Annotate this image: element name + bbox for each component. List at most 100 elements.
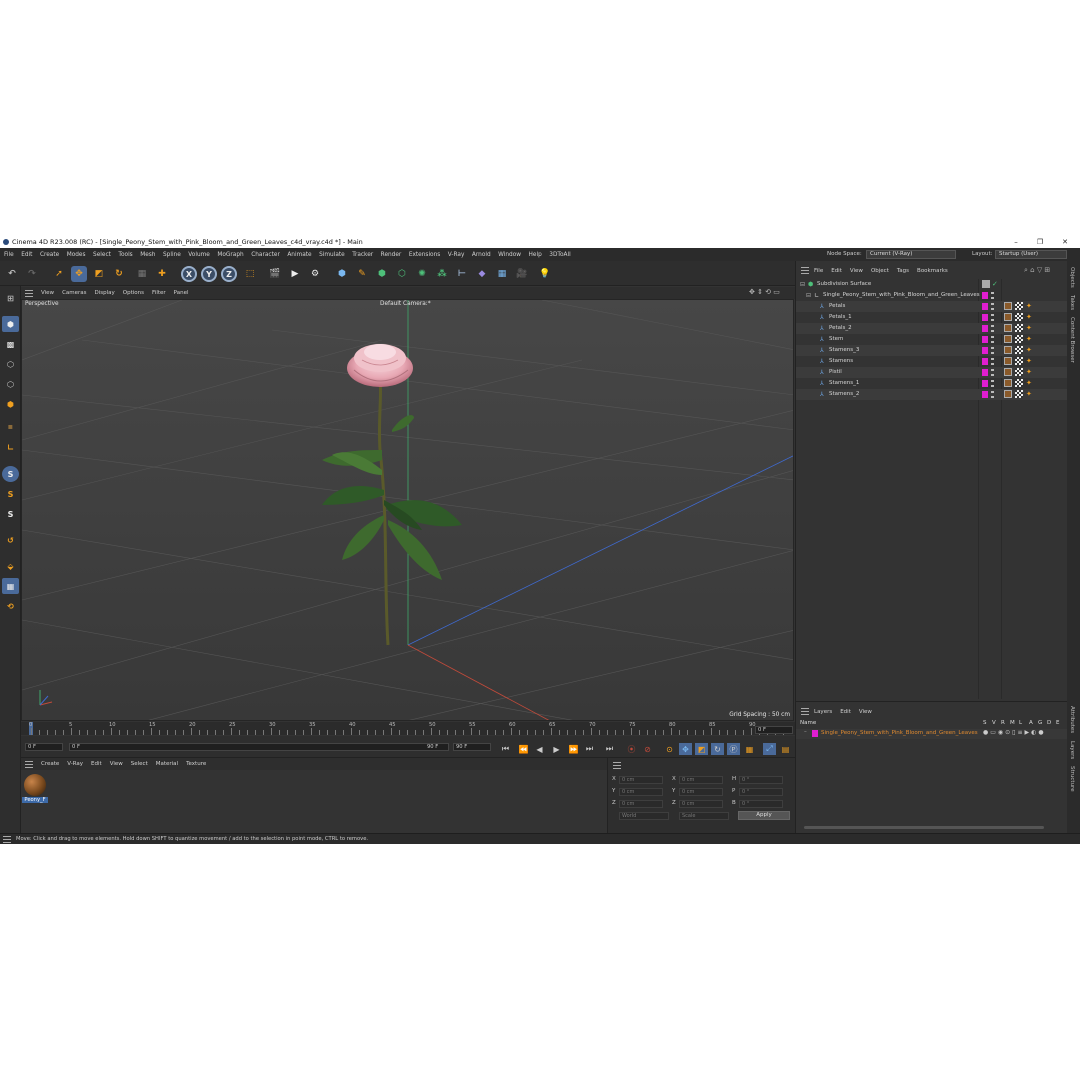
pos-x-field[interactable]: 0 cm <box>619 776 663 784</box>
menu-create[interactable]: Create <box>40 252 59 258</box>
menu-simulate[interactable]: Simulate <box>319 252 345 258</box>
recent-tools-icon[interactable]: ▦ <box>134 266 150 282</box>
obj-menu-tags[interactable]: Tags <box>897 268 909 274</box>
phong-tag-icon[interactable]: ✦ <box>1026 346 1034 354</box>
phong-tag-icon[interactable]: ✦ <box>1026 390 1034 398</box>
node-space-dropdown[interactable]: Current (V-Ray) <box>866 250 956 259</box>
phong-tag-icon[interactable]: ✦ <box>1026 335 1034 343</box>
scale-tool-icon[interactable]: ◩ <box>91 266 107 282</box>
visibility-dots[interactable] <box>991 358 994 365</box>
rotate-tool-icon[interactable]: ↻ <box>111 266 127 282</box>
menu-file[interactable]: File <box>4 252 14 258</box>
go-to-start-icon[interactable]: ⏮ <box>499 743 512 755</box>
field-icon[interactable]: ⊢ <box>454 266 470 282</box>
collapse-icon[interactable]: ⊟ <box>800 281 807 288</box>
coords-menu-icon[interactable] <box>613 762 621 769</box>
z-axis-lock-button[interactable]: Z <box>221 266 237 282</box>
uvw-tag-icon[interactable] <box>1015 302 1023 310</box>
previous-frame-icon[interactable]: ◀ <box>533 743 546 755</box>
material-tag-icon[interactable] <box>1004 379 1012 387</box>
layer-scrollbar[interactable] <box>804 826 1044 829</box>
uvw-tag-icon[interactable] <box>1015 368 1023 376</box>
menu-select[interactable]: Select <box>93 252 111 258</box>
menu-tracker[interactable]: Tracker <box>352 252 373 258</box>
mat-menu-vray[interactable]: V-Ray <box>67 761 83 767</box>
uvw-tag-icon[interactable] <box>1015 379 1023 387</box>
material-tag-icon[interactable] <box>1004 302 1012 310</box>
layer-menu-edit[interactable]: Edit <box>840 709 851 715</box>
phong-tag-icon[interactable]: ✦ <box>1026 379 1034 387</box>
generator-icon[interactable]: ⬡ <box>394 266 410 282</box>
coordinate-mode-dropdown[interactable]: Scale <box>679 812 729 820</box>
visibility-dots[interactable] <box>991 369 994 376</box>
tree-row[interactable]: ⅄ Stem ✦ <box>796 334 1068 345</box>
tree-row[interactable]: ⊟ ∟ Single_Peony_Stem_with_Pink_Bloom_an… <box>796 290 1068 301</box>
layer-color-swatch[interactable] <box>812 730 818 737</box>
render-settings-icon[interactable]: ⚙ <box>307 266 323 282</box>
tweak-mode-icon[interactable]: ↺ <box>2 532 19 548</box>
menu-help[interactable]: Help <box>529 252 542 258</box>
menu-3dtoall[interactable]: 3DToAll <box>549 252 570 258</box>
phong-tag-icon[interactable]: ✦ <box>1026 324 1034 332</box>
menu-window[interactable]: Window <box>498 252 521 258</box>
pen-spline-icon[interactable]: ✎ <box>354 266 370 282</box>
material-menu-icon[interactable] <box>25 760 33 768</box>
pos-z-field[interactable]: 0 cm <box>619 800 663 808</box>
viewport-solo-icon[interactable]: ⊞ <box>2 290 19 306</box>
uvw-tag-icon[interactable] <box>1015 357 1023 365</box>
material-tag-icon[interactable] <box>1004 335 1012 343</box>
tab-takes[interactable]: Takes <box>1069 295 1075 310</box>
material-name[interactable]: Peony_F <box>22 797 48 803</box>
uvw-tag-icon[interactable] <box>1015 390 1023 398</box>
close-button[interactable]: ✕ <box>1053 236 1077 248</box>
tree-row[interactable]: ⅄ Stamens ✦ <box>796 356 1068 367</box>
menu-mograph[interactable]: MoGraph <box>217 252 243 258</box>
obj-menu-bookmarks[interactable]: Bookmarks <box>917 268 948 274</box>
mat-menu-select[interactable]: Select <box>131 761 148 767</box>
previous-key-icon[interactable]: ⏪ <box>517 743 530 755</box>
play-icon[interactable]: ▶ <box>550 743 563 755</box>
tree-row[interactable]: ⊟ ⬢ Subdivision Surface ✓ <box>796 279 1068 290</box>
viewport-menu-icon[interactable] <box>25 289 33 297</box>
mat-menu-edit[interactable]: Edit <box>91 761 102 767</box>
viewport-menu-filter[interactable]: Filter <box>152 290 166 296</box>
tree-row[interactable]: ⅄ Stamens_1 ✦ <box>796 378 1068 389</box>
material-tag-icon[interactable] <box>1004 313 1012 321</box>
live-selection-icon[interactable]: ➚ <box>51 266 67 282</box>
end-frame-field-2[interactable]: 0 F <box>755 726 793 734</box>
layer-menu-icon[interactable] <box>801 708 809 715</box>
snap-settings-icon[interactable]: S <box>2 486 19 502</box>
record-keys-icon[interactable]: ⦿ <box>625 743 638 755</box>
size-y-field[interactable]: 0 cm <box>679 788 723 796</box>
menu-character[interactable]: Character <box>251 252 280 258</box>
polygons-mode-icon[interactable]: ⬢ <box>2 396 19 412</box>
menu-spline[interactable]: Spline <box>163 252 181 258</box>
menu-tools[interactable]: Tools <box>118 252 132 258</box>
tab-attributes[interactable]: Attributes <box>1069 706 1075 733</box>
layer-name[interactable]: Single_Peony_Stem_with_Pink_Bloom_and_Gr… <box>821 730 978 736</box>
mat-menu-create[interactable]: Create <box>41 761 59 767</box>
menu-render[interactable]: Render <box>381 252 402 258</box>
keyframe-selection-icon[interactable]: ⊙ <box>663 743 676 755</box>
coordinate-space-dropdown[interactable]: World <box>619 812 669 820</box>
menu-volume[interactable]: Volume <box>188 252 210 258</box>
phong-tag-icon[interactable]: ✦ <box>1026 302 1034 310</box>
camera-icon[interactable]: 🎥 <box>514 266 530 282</box>
visibility-dots[interactable] <box>991 380 994 387</box>
mat-menu-material[interactable]: Material <box>156 761 178 767</box>
move-tool-icon[interactable]: ✥ <box>71 266 87 282</box>
layer-expand-icon[interactable]: – <box>804 729 807 735</box>
viewport-camera-label[interactable]: Default Camera:* <box>380 301 431 307</box>
viewport-menu-display[interactable]: Display <box>95 290 115 296</box>
light-icon[interactable]: 💡 <box>537 266 553 282</box>
menu-arnold[interactable]: Arnold <box>472 252 491 258</box>
frame-range-start-field[interactable]: 0 F <box>69 743 449 751</box>
menu-mesh[interactable]: Mesh <box>140 252 155 258</box>
size-x-field[interactable]: 0 cm <box>679 776 723 784</box>
layout-dropdown[interactable]: Startup (User) <box>995 250 1067 259</box>
edges-mode-icon[interactable]: ⬡ <box>2 376 19 392</box>
material-tag-icon[interactable] <box>1004 368 1012 376</box>
obj-menu-view[interactable]: View <box>850 268 863 274</box>
rot-h-field[interactable]: 0 ° <box>739 776 783 784</box>
maximize-button[interactable]: ❐ <box>1028 236 1052 248</box>
